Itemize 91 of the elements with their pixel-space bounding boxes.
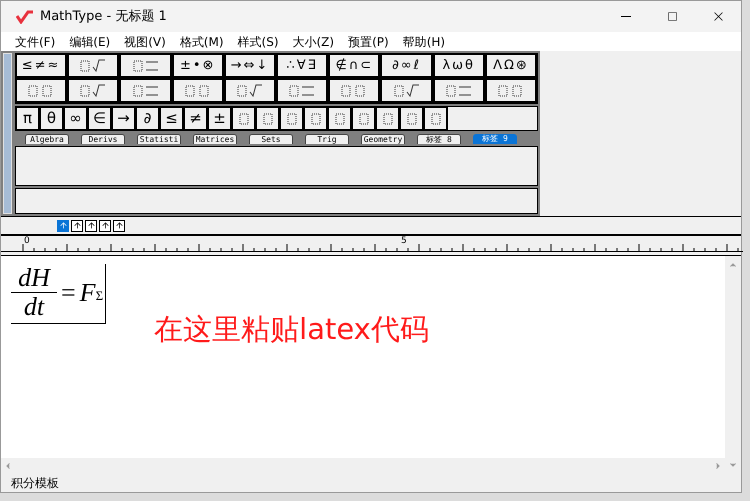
palette-tab[interactable]: Algebra bbox=[25, 134, 69, 144]
palette-button[interactable] bbox=[120, 54, 172, 78]
palette-button[interactable]: ≠ bbox=[184, 107, 207, 130]
annotation-text: 在这里粘贴latex代码 bbox=[154, 311, 429, 348]
palette-button[interactable]: ∂∞ℓ bbox=[381, 54, 433, 78]
template-icon bbox=[404, 112, 418, 126]
palette-button[interactable]: ΛΩ⊛ bbox=[486, 54, 538, 78]
template-icon bbox=[356, 112, 370, 126]
template-icon bbox=[392, 82, 421, 98]
minimize-icon bbox=[621, 16, 631, 17]
template-icon bbox=[79, 58, 108, 74]
template-icon bbox=[260, 112, 274, 126]
palette-tab[interactable]: Matrices bbox=[193, 134, 237, 144]
ruler-label: 0 bbox=[24, 236, 30, 246]
menu-item[interactable]: 样式(S) bbox=[238, 32, 278, 50]
nudge-button[interactable] bbox=[113, 220, 125, 232]
palette-button[interactable]: ±•⊗ bbox=[172, 54, 224, 78]
menu-item[interactable]: 文件(F) bbox=[15, 32, 56, 50]
palette-tab[interactable]: 标签 9 bbox=[473, 134, 517, 144]
palette-button[interactable] bbox=[329, 79, 380, 103]
status-text: 积分模板 bbox=[11, 475, 59, 492]
palette-button[interactable] bbox=[424, 107, 447, 130]
nudge-button[interactable] bbox=[99, 220, 111, 232]
palette-button[interactable] bbox=[352, 107, 375, 130]
palette-button[interactable] bbox=[224, 79, 276, 103]
palette-button[interactable] bbox=[172, 79, 224, 103]
palette-button[interactable] bbox=[304, 107, 327, 130]
vertical-scrollbar[interactable] bbox=[725, 256, 741, 474]
menu-item[interactable]: 大小(Z) bbox=[292, 32, 334, 50]
template-icon bbox=[308, 112, 322, 126]
template-icon bbox=[236, 82, 264, 98]
template-icon bbox=[132, 82, 160, 98]
palette-tab[interactable]: Sets bbox=[249, 134, 293, 144]
palette-button[interactable] bbox=[486, 79, 538, 103]
palette-tab[interactable]: Trig bbox=[305, 134, 349, 144]
menu-item[interactable]: 格式(M) bbox=[180, 32, 224, 50]
palette-button[interactable]: ∈ bbox=[88, 107, 111, 130]
up-arrow-icon bbox=[100, 221, 110, 230]
up-arrow-icon bbox=[72, 221, 82, 230]
menu-item[interactable]: 帮助(H) bbox=[402, 32, 446, 50]
palette-button[interactable] bbox=[232, 107, 255, 130]
window-title: MathType - 无标题 1 bbox=[40, 8, 167, 26]
palette-button[interactable] bbox=[120, 79, 172, 103]
palette-button[interactable]: θ bbox=[40, 107, 63, 130]
palette-button[interactable] bbox=[376, 107, 399, 130]
template-icon bbox=[284, 112, 298, 126]
palette-tab[interactable]: 标签 8 bbox=[417, 134, 461, 144]
menu-item[interactable]: 视图(V) bbox=[124, 32, 166, 50]
palette-button[interactable] bbox=[280, 107, 303, 130]
up-arrow-icon bbox=[58, 221, 68, 230]
palette-button[interactable]: ≤ bbox=[160, 107, 183, 130]
ruler-label: 5 bbox=[401, 236, 407, 246]
palette-button[interactable]: λωθ bbox=[434, 54, 485, 78]
template-icon bbox=[332, 112, 346, 126]
palette-button[interactable]: ∉∩⊂ bbox=[329, 54, 380, 78]
template-icon bbox=[428, 112, 442, 126]
palette-button[interactable] bbox=[434, 79, 485, 103]
template-icon bbox=[444, 82, 473, 98]
palette-button[interactable]: ∂ bbox=[136, 107, 159, 130]
template-icon bbox=[288, 82, 316, 98]
palette-button[interactable]: ± bbox=[208, 107, 231, 130]
up-arrow-icon bbox=[114, 221, 124, 230]
palette-button[interactable]: →⇔↓ bbox=[224, 54, 276, 78]
template-icon bbox=[380, 112, 394, 126]
menu-item[interactable]: 预置(P) bbox=[348, 32, 389, 50]
palette-button[interactable] bbox=[256, 107, 279, 130]
palette-button[interactable] bbox=[400, 107, 423, 130]
palette-button[interactable]: → bbox=[112, 107, 135, 130]
template-icon bbox=[79, 82, 108, 98]
menu-item[interactable]: 编辑(E) bbox=[69, 32, 110, 50]
palette-button[interactable] bbox=[277, 79, 328, 103]
up-arrow-icon bbox=[86, 221, 96, 230]
nudge-button[interactable] bbox=[71, 220, 83, 232]
palette-button[interactable]: ∴∀∃ bbox=[277, 54, 328, 78]
palette-button[interactable] bbox=[381, 79, 433, 103]
palette-button[interactable] bbox=[68, 54, 120, 78]
nudge-button[interactable] bbox=[85, 220, 97, 232]
template-icon bbox=[132, 58, 160, 74]
toolbar-handle[interactable] bbox=[3, 53, 12, 214]
palette-button[interactable]: π bbox=[16, 107, 39, 130]
palette-button[interactable]: ∞ bbox=[64, 107, 87, 130]
palette-button[interactable]: ≤≠≈ bbox=[16, 54, 68, 78]
palette-button[interactable] bbox=[16, 79, 68, 103]
palette-button[interactable] bbox=[328, 107, 351, 130]
palette-tab[interactable]: Derivs bbox=[81, 134, 125, 144]
app-logo-icon bbox=[16, 10, 34, 24]
palette-tab[interactable]: Geometry bbox=[361, 134, 405, 144]
palette-tab[interactable]: Statisti bbox=[137, 134, 181, 144]
palette-button[interactable] bbox=[68, 79, 120, 103]
template-icon bbox=[236, 112, 250, 126]
maximize-icon bbox=[666, 11, 678, 22]
